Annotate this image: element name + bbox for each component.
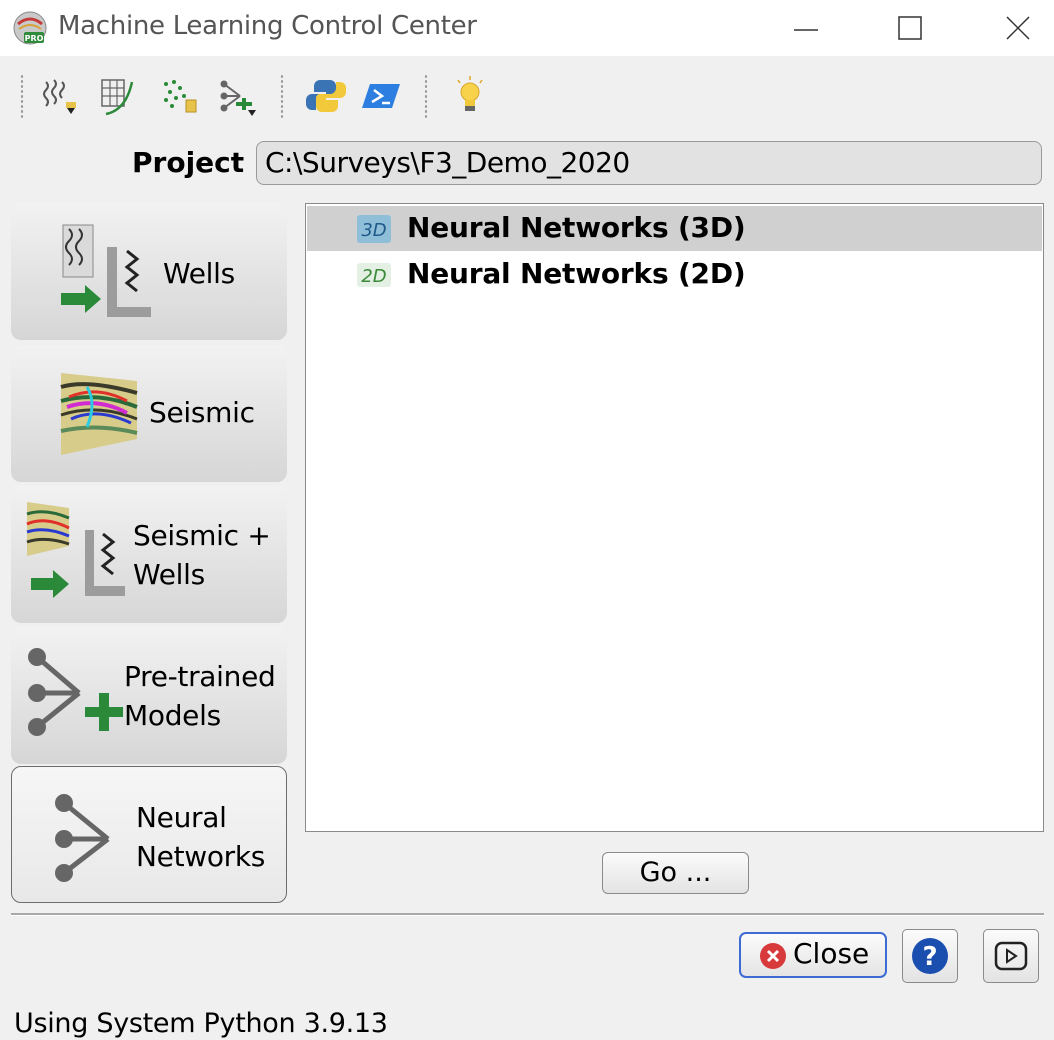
svg-text:2D: 2D	[361, 266, 386, 287]
seismic-wells-icon	[26, 502, 125, 598]
close-circle-icon	[760, 943, 786, 969]
toolbar-grip[interactable]	[20, 74, 24, 118]
close-window-button[interactable]	[988, 8, 1048, 48]
list-item-neural-networks-2d[interactable]: 2D Neural Networks (2D)	[307, 252, 1042, 297]
status-bar-text: Using System Python 3.9.13	[14, 1008, 388, 1039]
category-label: Seismic	[149, 396, 255, 429]
svg-text:?: ?	[922, 942, 937, 972]
close-button[interactable]: Close	[739, 932, 887, 978]
title-bar: PRO Machine Learning Control Center	[0, 0, 1054, 56]
point-data-import-icon[interactable]	[158, 74, 202, 118]
category-label: Wells	[163, 257, 235, 290]
project-label: Project	[132, 146, 245, 179]
wells-icon	[61, 224, 151, 317]
list-item-label: Neural Networks (2D)	[407, 257, 746, 290]
divider	[11, 913, 1044, 916]
2d-badge-icon: 2D	[357, 263, 391, 287]
crossplot-icon[interactable]	[96, 74, 140, 118]
category-label: Networks	[136, 840, 266, 873]
category-label: Seismic +	[133, 519, 271, 552]
category-wells-button[interactable]: Wells	[11, 203, 287, 340]
list-item-neural-networks-3d[interactable]: 3D Neural Networks (3D)	[307, 206, 1042, 251]
category-label: Wells	[133, 558, 205, 591]
lightbulb-icon[interactable]	[448, 74, 492, 118]
go-button[interactable]: Go ...	[602, 852, 749, 894]
help-icon: ?	[912, 938, 948, 974]
toolbar	[0, 64, 1054, 128]
maximize-button[interactable]	[880, 8, 940, 48]
well-log-import-icon[interactable]	[38, 74, 82, 118]
module-list[interactable]: 3D Neural Networks (3D) 2D Neural Networ…	[305, 203, 1044, 832]
category-pretrained-models-button[interactable]: Pre-trained Models	[11, 627, 287, 764]
category-label: Neural	[136, 801, 227, 834]
svg-text:PRO: PRO	[25, 34, 44, 43]
category-neural-networks-button[interactable]: Neural Networks	[11, 766, 287, 903]
category-label: Pre-trained	[124, 660, 276, 693]
project-path-field[interactable]: C:\Surveys\F3_Demo_2020	[256, 141, 1042, 185]
3d-badge-icon: 3D	[357, 215, 391, 243]
toolbar-grip[interactable]	[424, 74, 428, 118]
neural-network-icon	[55, 794, 110, 882]
toolbar-grip[interactable]	[280, 74, 284, 118]
minimize-button[interactable]	[776, 8, 836, 48]
list-item-label: Neural Networks (3D)	[407, 211, 746, 244]
play-icon	[994, 941, 1028, 971]
seismic-icon	[60, 373, 138, 455]
powershell-icon[interactable]	[360, 74, 404, 118]
category-seismic-wells-button[interactable]: Seismic + Wells	[11, 486, 287, 623]
help-button[interactable]: ?	[902, 929, 958, 983]
category-seismic-button[interactable]: Seismic	[11, 345, 287, 482]
close-button-label: Close	[793, 937, 870, 970]
video-tutorial-button[interactable]	[983, 929, 1039, 983]
python-icon[interactable]	[304, 74, 348, 118]
window-title: Machine Learning Control Center	[58, 11, 477, 41]
category-label: Models	[124, 699, 221, 732]
app-logo-icon: PRO	[13, 11, 47, 45]
svg-text:3D: 3D	[361, 220, 386, 241]
model-import-icon[interactable]	[216, 74, 260, 118]
pretrained-models-icon	[28, 648, 123, 736]
